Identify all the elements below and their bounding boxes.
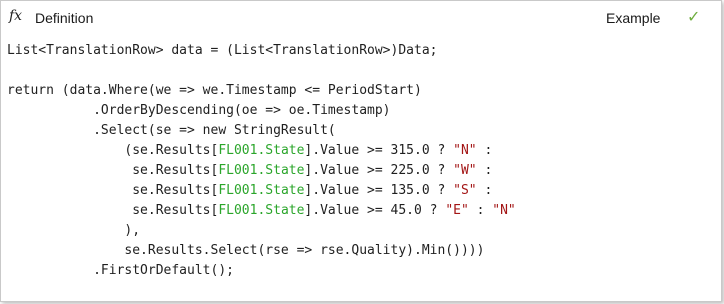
code-line: return (data.Where(we => we.Timestamp <=… [7,81,715,101]
string-token: "N" [453,143,477,158]
field-token: FL001.State [218,183,305,198]
code-token: : [468,203,493,218]
code-token: se.Results.Select(rse => rse.Quality).Mi… [7,243,485,258]
code-line: se.Results[FL001.State].Value >= 135.0 ?… [7,181,715,201]
code-token: ), [7,223,141,238]
definition-title: Definition [35,10,94,26]
string-token: "S" [453,183,477,198]
field-token: FL001.State [218,203,305,218]
code-line: se.Results.Select(rse => rse.Quality).Mi… [7,241,715,261]
code-token: se.Results[ [7,183,219,198]
code-token: List<TranslationRow> data = (List<Transl… [7,43,438,58]
code-token: ].Value >= 45.0 ? [304,203,446,218]
code-line: List<TranslationRow> data = (List<Transl… [7,41,715,61]
code-token: : [476,143,493,158]
code-token: return (data.Where(we => we.Timestamp <=… [7,83,422,98]
code-line: .Select(se => new StringResult( [7,121,715,141]
string-token: "N" [492,203,516,218]
code-line: (se.Results[FL001.State].Value >= 315.0 … [7,141,715,161]
definition-header: fx Definition Example ✓ [1,1,721,35]
fx-icon: fx [9,8,23,24]
code-line: .FirstOrDefault(); [7,261,715,281]
check-icon[interactable]: ✓ [687,7,700,26]
code-token: se.Results[ [7,203,219,218]
code-editor[interactable]: List<TranslationRow> data = (List<Transl… [7,41,715,281]
code-line: se.Results[FL001.State].Value >= 225.0 ?… [7,161,715,181]
code-token: ].Value >= 315.0 ? [304,143,454,158]
code-token: (se.Results[ [7,143,219,158]
code-token: se.Results[ [7,163,219,178]
code-token: .FirstOrDefault(); [7,263,234,278]
code-token: ].Value >= 135.0 ? [304,183,454,198]
code-token: : [476,163,493,178]
code-token: ].Value >= 225.0 ? [304,163,454,178]
string-token: "E" [445,203,469,218]
example-link[interactable]: Example [606,10,660,26]
code-token: .OrderByDescending(oe => oe.Timestamp) [7,103,391,118]
definition-panel: fx Definition Example ✓ List<Translation… [0,0,722,302]
code-line: ), [7,221,715,241]
field-token: FL001.State [218,163,305,178]
string-token: "W" [453,163,477,178]
code-token: .Select(se => new StringResult( [7,123,336,138]
code-line: se.Results[FL001.State].Value >= 45.0 ? … [7,201,715,221]
code-token: : [476,183,493,198]
field-token: FL001.State [218,143,305,158]
code-line: .OrderByDescending(oe => oe.Timestamp) [7,101,715,121]
